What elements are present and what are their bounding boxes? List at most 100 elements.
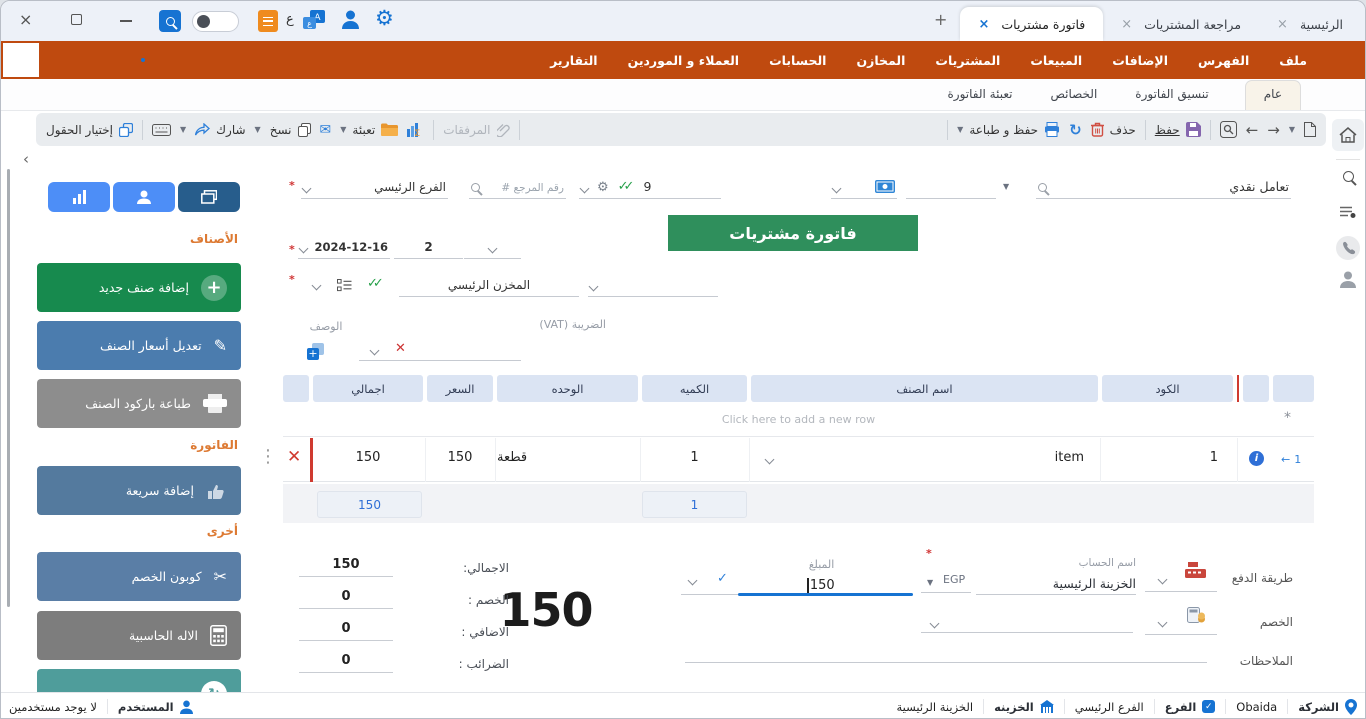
chart-button[interactable] xyxy=(48,182,110,212)
totals-chart-button[interactable]: Σ xyxy=(407,123,424,137)
zoom-button[interactable] xyxy=(1220,121,1237,138)
check-icon[interactable]: ✓ xyxy=(717,571,728,586)
amount-input[interactable]: 150 xyxy=(786,578,856,593)
choose-fields-button[interactable]: إختيار الحقول xyxy=(46,123,133,137)
save-print-button[interactable]: حفظ و طباعة ▼ xyxy=(957,122,1060,137)
search-button[interactable] xyxy=(159,10,181,32)
menu-addons[interactable]: الإضافات xyxy=(1112,53,1168,68)
add-item-button[interactable]: + إضافة صنف جديد xyxy=(37,263,241,312)
company-selector[interactable]: الشركة xyxy=(1298,699,1357,715)
subtab-fill-invoice[interactable]: تعبئة الفاتورة xyxy=(945,81,1014,110)
table-header-price[interactable]: السعر xyxy=(427,375,493,402)
menu-purchases[interactable]: المشتريات xyxy=(935,53,1000,68)
info-icon[interactable]: i xyxy=(1249,451,1264,466)
language-toggle[interactable]: ع xyxy=(286,12,294,27)
tab-purchase-review[interactable]: مراجعة المشتريات × xyxy=(1103,7,1259,41)
menu-sales[interactable]: المبيعات xyxy=(1030,53,1082,68)
cell-name[interactable]: item xyxy=(751,450,1096,465)
cell-unit[interactable]: قطعة xyxy=(497,450,634,465)
windows-button[interactable] xyxy=(178,182,240,212)
quick-add-button[interactable]: إضافة سريعة xyxy=(37,466,241,515)
doc-number-field[interactable]: ⚙ ✓✓ 9 xyxy=(579,173,721,199)
menu-file[interactable]: ملف xyxy=(1279,53,1307,68)
chevron-down-icon[interactable] xyxy=(299,244,309,254)
clear-icon[interactable]: ✕ xyxy=(395,341,406,356)
translate-icon[interactable]: Aع xyxy=(303,10,326,35)
branch-field[interactable]: الفرع الرئيسي xyxy=(301,173,448,199)
list-icon[interactable] xyxy=(337,277,352,296)
edit-prices-button[interactable]: ✎ تعديل أسعار الصنف xyxy=(37,321,241,370)
tab-home[interactable]: الرئيسية × xyxy=(1259,7,1361,41)
back-icon[interactable]: ← xyxy=(1246,121,1259,139)
chevron-down-icon[interactable] xyxy=(580,184,590,194)
warehouse-field[interactable]: المخزن الرئيسي xyxy=(399,271,579,297)
payment-method-field[interactable] xyxy=(1145,573,1217,592)
discount-coupon-button[interactable]: ✂ كوبون الخصم xyxy=(37,552,241,601)
delete-button[interactable]: حذف xyxy=(1091,122,1136,137)
doc-type-field[interactable] xyxy=(464,233,521,259)
currency-field[interactable] xyxy=(921,573,971,593)
chevron-down-icon[interactable]: ▼ xyxy=(957,125,963,134)
cell-qty[interactable]: 1 xyxy=(642,450,747,465)
form-edit-icon[interactable] xyxy=(1329,205,1366,219)
chevron-down-icon[interactable] xyxy=(302,184,312,194)
chevron-down-icon[interactable]: ▼ xyxy=(1289,125,1295,134)
empty-field[interactable] xyxy=(906,173,996,199)
chevron-down-icon[interactable]: ▼ xyxy=(255,125,261,134)
chevron-down-icon[interactable] xyxy=(488,244,498,254)
subtab-invoice-format[interactable]: تنسيق الفاتورة xyxy=(1133,81,1210,110)
table-header-qty[interactable]: الكميه xyxy=(642,375,747,402)
close-tab-icon[interactable]: × xyxy=(978,17,989,32)
supplier-search-field[interactable]: تعامل نقدي xyxy=(1036,171,1291,199)
table-header-total[interactable]: اجمالي xyxy=(313,375,423,402)
copy-button[interactable]: نسخ xyxy=(270,123,311,137)
discount-type-field[interactable] xyxy=(1145,616,1217,635)
branch-selector[interactable]: ✓ الفرع xyxy=(1165,700,1216,714)
discount-value-field[interactable] xyxy=(921,612,1133,633)
close-window-icon[interactable]: × xyxy=(19,12,32,28)
notes-field[interactable] xyxy=(685,643,1207,663)
chevron-down-icon[interactable]: ▼ xyxy=(1003,182,1009,191)
additional-total-value[interactable]: 0 xyxy=(299,621,393,641)
new-document-button[interactable] xyxy=(1304,122,1316,137)
forward-icon[interactable]: → xyxy=(1267,121,1280,139)
chevron-down-icon[interactable] xyxy=(589,282,599,292)
scrollbar[interactable] xyxy=(7,169,10,607)
menu-warehouses[interactable]: المخازن xyxy=(856,53,905,68)
contact-button[interactable] xyxy=(113,182,175,212)
maximize-window-icon[interactable] xyxy=(71,14,82,25)
treasury-selector[interactable]: الخزينه xyxy=(994,700,1054,714)
subtab-general[interactable]: عام xyxy=(1245,80,1301,110)
chevron-down-icon[interactable]: ▼ xyxy=(340,125,346,134)
keyboard-button[interactable] xyxy=(152,124,171,136)
discount-total-value[interactable]: 0 xyxy=(299,589,393,609)
date-field[interactable]: 2024-12-16 xyxy=(298,233,390,259)
delete-row-icon[interactable]: ✕ xyxy=(287,447,301,467)
serial-field[interactable]: 2 xyxy=(394,233,463,259)
vat-select-field[interactable]: ✕ xyxy=(359,335,521,361)
cash-account-field[interactable] xyxy=(831,173,897,199)
theme-toggle[interactable] xyxy=(192,11,239,32)
tab-purchase-invoice[interactable]: فاتورة مشتريات × xyxy=(960,7,1103,41)
print-barcode-button[interactable]: طباعة باركود الصنف xyxy=(37,379,241,428)
splitter-handle[interactable]: ⋮ xyxy=(259,446,277,467)
settings-gear-icon[interactable]: ⚙ xyxy=(375,6,394,30)
chevron-down-icon[interactable] xyxy=(832,184,842,194)
chevron-down-icon[interactable]: ▼ xyxy=(180,125,186,134)
attachments-button[interactable]: المرفقات xyxy=(443,123,509,137)
cell-total[interactable]: 150 xyxy=(313,450,423,465)
close-tab-icon[interactable]: × xyxy=(1277,17,1288,32)
menu-customers-suppliers[interactable]: العملاء و الموردين xyxy=(628,53,740,68)
refresh-icon[interactable]: ↻ xyxy=(1069,121,1082,139)
table-header-unit[interactable]: الوحده xyxy=(497,375,638,402)
profile-icon[interactable] xyxy=(1329,271,1366,288)
menu-accounts[interactable]: الحسابات xyxy=(769,53,826,68)
menu-reports[interactable]: التقارير xyxy=(550,53,597,68)
total-value[interactable]: 150 xyxy=(299,557,393,577)
new-tab-button[interactable]: + xyxy=(934,10,947,29)
hamburger-menu-button[interactable] xyxy=(258,10,278,32)
taxes-total-value[interactable]: 0 xyxy=(299,653,393,673)
subtab-properties[interactable]: الخصائص xyxy=(1048,81,1099,110)
table-header-code[interactable]: الكود xyxy=(1102,375,1233,402)
account-name-field[interactable] xyxy=(976,575,1136,595)
